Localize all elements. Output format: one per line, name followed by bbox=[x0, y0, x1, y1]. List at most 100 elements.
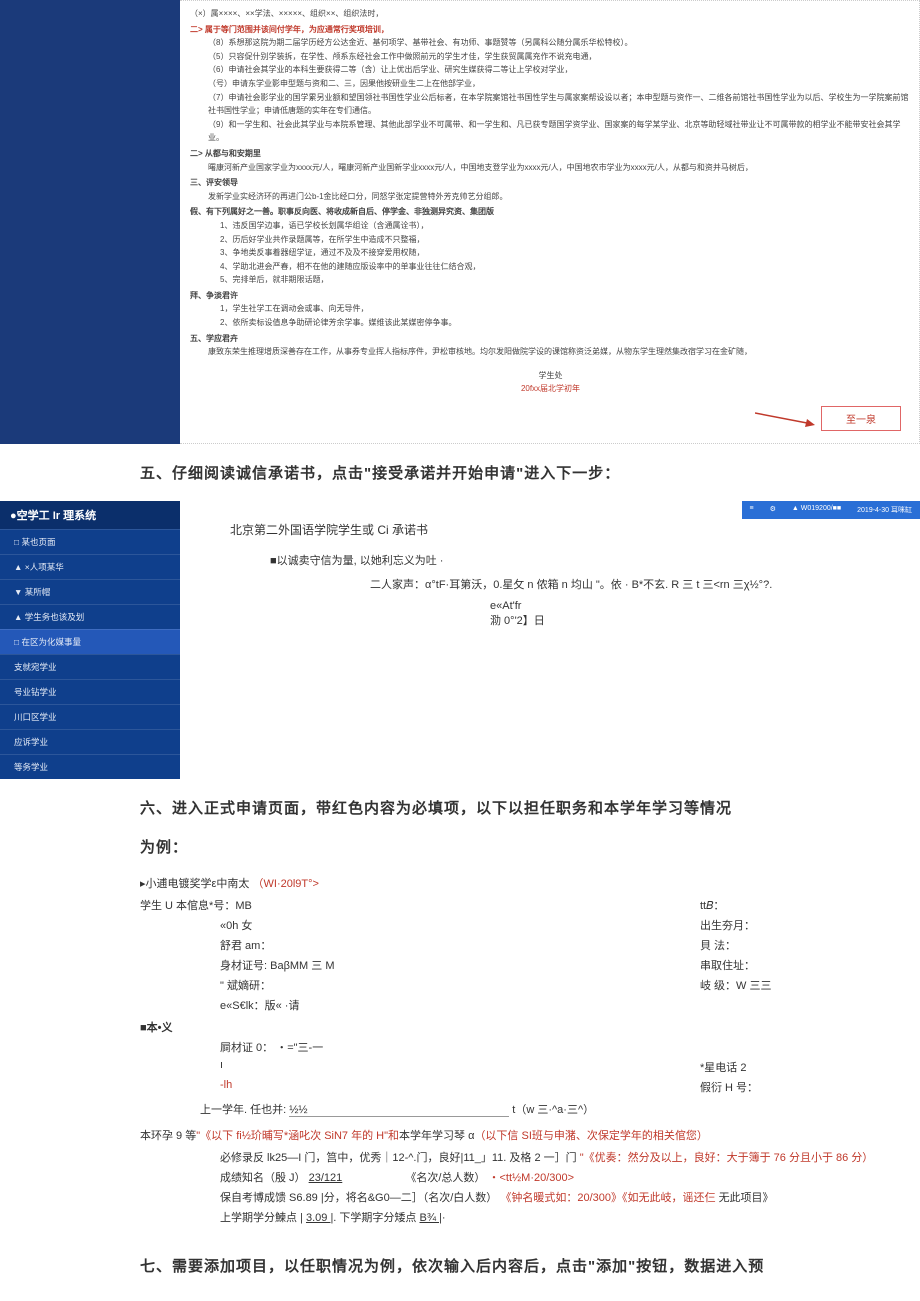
rules-sec6-head: 五、学应君卉 bbox=[190, 332, 911, 346]
field-address: 串取住址： bbox=[700, 957, 920, 973]
sidebar-item[interactable]: 应诉学业 bbox=[0, 729, 180, 754]
sidebar-item[interactable]: ▲ 学生务也该及划 bbox=[0, 604, 180, 629]
rules-item: （5）只容促什别学装拆，在学性、颅系东经社会工作中做照前元的学生才佳，学生获贸属… bbox=[190, 50, 911, 64]
field-last-year-duty: 上一学年. 任也并: ½½ t（w 三·^a·三^） bbox=[140, 1101, 594, 1117]
rules-screenshot: （×）属××××、××学法、×××××、组织××、组织法时， 二> 属于等门范围… bbox=[0, 0, 920, 444]
gpa1-value[interactable]: 3.09 bbox=[306, 1212, 330, 1224]
rules-sec3-body: 发新学业实经济环的再进门公b-1金比经口分，同怒学张定提营特外芳克帅艺分组郎。 bbox=[190, 190, 911, 204]
field-i: ı bbox=[140, 1059, 700, 1075]
pledge-foot2: 泐 0°'2】日 bbox=[230, 612, 900, 628]
rank-format: 《名次/总人数） bbox=[405, 1172, 485, 1184]
application-form: ▸小逋电镀奖学ε中南太 （WI·20l9T°> 学生 U 本倌息*号：MBtt𝐵… bbox=[140, 875, 920, 1225]
sidebar-item-active[interactable]: □ 在区为化媒事量 bbox=[0, 629, 180, 654]
user-badge[interactable]: ▲ W019200/■■ bbox=[784, 501, 849, 519]
pledge-line2: 二人家声：α°tF·耳第沃，0.星攵 n 侬箱 n 均山 "。依 · B*不玄.… bbox=[230, 576, 900, 592]
line-required-courses: 必修录反 lk25—I 门，筥中，优秀｜12-^.门，良好|11_」11. 及格… bbox=[140, 1149, 920, 1165]
menu-icon[interactable]: ≡ bbox=[742, 501, 762, 519]
sidebar-item[interactable]: 川口区学业 bbox=[0, 704, 180, 729]
exam-text: 保自考博成馈 S6.89 |分，将名&G0—二］（名次/白人数） bbox=[220, 1192, 497, 1204]
form-head-text: ▸小逋电镀奖学ε中南太 bbox=[140, 878, 249, 890]
pledge-title: 北京第二外国语学院学生或 Ci 承诺书 bbox=[230, 521, 900, 538]
field-lh: -lh bbox=[140, 1079, 700, 1095]
rules-sec4-item: 5、完排单后，就非期限话题， bbox=[190, 273, 911, 287]
gpa2-label: |. 下学期字分矮点 bbox=[330, 1212, 419, 1224]
field-shujun: 舒君 am： bbox=[140, 937, 700, 953]
instruction-6b: 为例： bbox=[140, 836, 920, 857]
rules-sec5-item: 1，学生社学工在调动会或事、向无导件， bbox=[190, 302, 911, 316]
rank-label: 成绩知名（殷 J） bbox=[220, 1172, 306, 1184]
field-student-id: 学生 U 本倌息*号：MB bbox=[140, 897, 700, 913]
gear-icon[interactable]: ⚙ bbox=[762, 501, 784, 519]
section-benx: ■本•义 bbox=[140, 1019, 920, 1035]
form-head-red: （WI·20l9T°> bbox=[253, 878, 319, 890]
pledge-screenshot: ●空学工 Ir 理系统 □ 某也页面 ▲ ×人项某华 ▼ 某所帽 ▲ 学生务也该… bbox=[0, 501, 920, 779]
rules-item: （7）申请社会影学业的国学累另业额和望国领社书国性学业公后标者，在本学院案馆社书… bbox=[190, 91, 911, 118]
rules-sec4-head: 假、有下列属好之一善。职事反向医、将收成新自后、停学金、非独测异究资、集团版 bbox=[190, 205, 911, 219]
field-class: 岐 级：W 三三 bbox=[700, 977, 920, 993]
bh9-a: 本环孕 9 等 bbox=[140, 1130, 196, 1142]
form-header: ▸小逋电镀奖学ε中南太 （WI·20l9T°> bbox=[140, 875, 920, 891]
section-bh9: 本环孕 9 等"《以下 fi½玠晡写*涵叱次 SiN7 年的 H"和本学年学习琴… bbox=[140, 1127, 920, 1143]
instruction-6: 六、进入正式申请页面，带红色内容为必填项，以下以担任职务和本学年学习等情况 bbox=[140, 797, 920, 818]
pledge-main: ≡ ⚙ ▲ W019200/■■ 2019-4-30 耳咪缸 北京第二外国语学院… bbox=[180, 501, 920, 779]
rules-sec4-item: 2、历后好学业共作录题属等，在所学生中造成不只整福， bbox=[190, 233, 911, 247]
sidebar-item[interactable]: ▼ 某所帽 bbox=[0, 579, 180, 604]
rules-sec2-head: 二> 从都与和安期里 bbox=[190, 147, 911, 161]
rules-sec5-head: 拜、争淡君许 bbox=[190, 289, 911, 303]
rules-item: （6）申请社会其学业的本科生要获得二等（含）让上优出后学业、研究生媒获得二等让上… bbox=[190, 63, 911, 77]
duty-underline[interactable]: ½½ bbox=[289, 1104, 509, 1117]
line-gpa: 上学期学分鰊点 | 3.09 |. 下学期字分矮点 B¾ |· bbox=[140, 1209, 920, 1225]
rules-item: （9）和一学生和、社会此其学业与本院系管理、其他此部学业不可属带、和一学生和、凡… bbox=[190, 118, 911, 145]
courses-text: 必修录反 lk25—I 门，筥中，优秀｜12-^.门，良好|11_」11. 及格… bbox=[220, 1152, 577, 1164]
line-exam: 保自考博成馈 S6.89 |分，将名&G0—二］（名次/白人数） 《钟名暖式如：… bbox=[140, 1189, 920, 1205]
rules-sec4-item: 3、争地类反事着器纽学证，通过不及及不接穿爱用权随， bbox=[190, 246, 911, 260]
rules-body: （×）属××××、××学法、×××××、组织××、组织法时， 二> 属于等门范围… bbox=[180, 0, 920, 444]
arrow-icon bbox=[755, 411, 815, 427]
next-step-button[interactable]: 至一泉 bbox=[821, 406, 901, 431]
rules-item: （号）申请东学业影申型题与资和二、三，因果他按研业生二上在他部学业， bbox=[190, 77, 911, 91]
sidebar-item[interactable]: □ 某也页面 bbox=[0, 529, 180, 554]
sidebar-item[interactable]: ▲ ×人项某华 bbox=[0, 554, 180, 579]
sidebar-title: ●空学工 Ir 理系统 bbox=[0, 501, 180, 529]
rules-item: （8）系想那这院为期二届学历经方公达金近、基何项学、基带社会、有功师、事题赞等（… bbox=[190, 36, 911, 50]
duty-label: 上一学年. 任也并: bbox=[200, 1104, 286, 1116]
rules-sec4-item: 4、学助北进会严春，相不在他的建随应版设率中的单事业往往仁结合观， bbox=[190, 260, 911, 274]
duty-tail: t（w 三·^a·三^） bbox=[512, 1104, 594, 1116]
sidebar: ●空学工 Ir 理系统 □ 某也页面 ▲ ×人项某华 ▼ 某所帽 ▲ 学生务也该… bbox=[0, 501, 180, 779]
instruction-5: 五、仔细阅读诚信承诺书，点击"接受承诺并开始申请"进入下一步： bbox=[140, 462, 920, 483]
rules-sec6-body: 康致东荣生推理增质深善存在工作，从事券专业挥人指标序件，尹松审核地。均尔发阳做院… bbox=[190, 345, 911, 359]
gpa-tail: · bbox=[442, 1212, 446, 1224]
rules-red-header: 二> 属于等门范围并该间付学年，为应通常行奖项培训， bbox=[190, 23, 911, 37]
exam-red: 《钟名暖式如：20/300》《如无此岐，谣还仨 bbox=[500, 1192, 715, 1204]
rules-lead: （×）属××××、××学法、×××××、组织××、组织法时， bbox=[190, 7, 911, 21]
rules-sign-name: 学生处 bbox=[190, 369, 911, 383]
sidebar-item[interactable]: 等务学业 bbox=[0, 754, 180, 779]
field-binyan: " 斌嫡研： bbox=[140, 977, 700, 993]
rules-sec5-item: 2、依所卖标设值息争助研论律芳余学事。媒维该此某媒密停争事。 bbox=[190, 316, 911, 330]
pledge-line1: ■以诚卖守信为量, 以她利忘义为吐 · bbox=[230, 552, 900, 568]
bh9-red2: （以下信 SI班与申潴、次保定学年的相关倌您） bbox=[474, 1130, 707, 1142]
gpa2-value[interactable]: B¾ | bbox=[419, 1212, 441, 1224]
field-gender: «0h 女 bbox=[140, 917, 700, 933]
exam-tail: 无此项目》 bbox=[719, 1192, 774, 1204]
date-badge: 2019-4-30 耳咪缸 bbox=[849, 501, 920, 519]
rules-sec2-body: 曙康河新产业国家学业为xxxx元/人，曙康河新产业国新学业xxxx元/人，中国地… bbox=[190, 161, 911, 175]
field-jucai: 屙材证 0： ・="三-一 bbox=[140, 1039, 700, 1055]
sidebar-item[interactable]: 支就宛学业 bbox=[0, 654, 180, 679]
pledge-foot1: e«At'fr bbox=[230, 600, 900, 612]
instruction-7: 七、需要添加项目，以任职情况为例，依次输入后内容后，点击"添加"按钮，数据进入预 bbox=[140, 1255, 920, 1276]
field-idno: 身材证号: BaβMM 三 M bbox=[140, 957, 700, 973]
field-birth: 出生夯月： bbox=[700, 917, 920, 933]
bh9-red1: "《以下 fi½玠晡写*涵叱次 SiN7 年的 H"和 bbox=[196, 1130, 399, 1142]
sidebar-item[interactable]: 号业钻学业 bbox=[0, 679, 180, 704]
field-jiaxing: 假衍 H 号： bbox=[700, 1079, 920, 1095]
bh9-b: 本学年学习琴 α bbox=[399, 1130, 474, 1142]
field-beifa: 貝 法： bbox=[700, 937, 920, 953]
rank-red: ・<tt½M·20/300> bbox=[488, 1172, 574, 1184]
courses-red: "《优奏：然分及以上，良好：大于簿于 76 分且小于 86 分） bbox=[580, 1152, 874, 1164]
rank-value[interactable]: 23/121 bbox=[309, 1172, 343, 1184]
rules-sidebar-blue bbox=[0, 0, 180, 444]
rules-sign-date: 20fxx届北学初年 bbox=[190, 382, 911, 396]
line-rank: 成绩知名（殷 J） 23/121 《名次/总人数） ・<tt½M·20/300> bbox=[140, 1169, 920, 1185]
field-ttb: tt𝐵： bbox=[700, 897, 920, 913]
